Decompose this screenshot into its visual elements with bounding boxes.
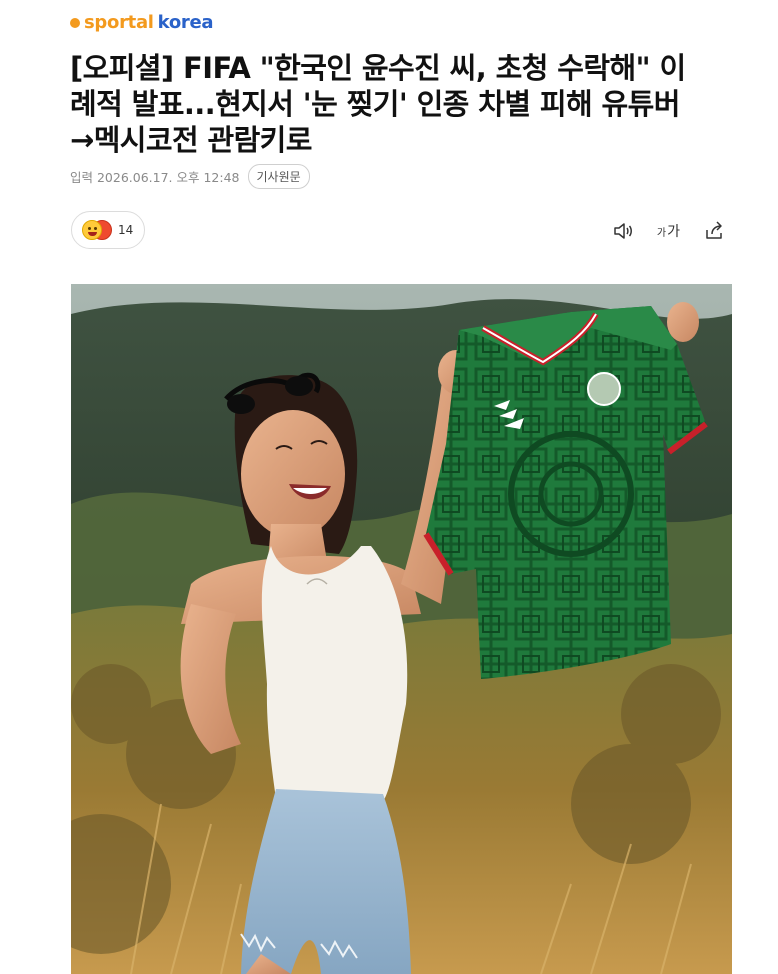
article-meta: 입력 2026.06.17. 오후 12:48 기사원문: [70, 164, 310, 189]
logo-text-suffix: korea: [157, 12, 214, 33]
article-headline: [오피셜] FIFA "한국인 윤수진 씨, 초청 수락해" 이 례적 발표..…: [70, 50, 730, 158]
logo-text-prefix: sportal: [84, 12, 154, 33]
original-article-button[interactable]: 기사원문: [247, 164, 310, 189]
article-toolbar: 가가: [611, 219, 726, 243]
headline-line: 례적 발표...현지서 '눈 찢기' 인종 차별 피해 유튜버: [70, 87, 680, 121]
reaction-emojis: [82, 220, 112, 240]
article-photo: [71, 284, 732, 974]
published-timestamp: 입력 2026.06.17. 오후 12:48: [70, 170, 240, 185]
headline-line: [오피셜] FIFA "한국인 윤수진 씨, 초청 수락해" 이: [70, 51, 686, 85]
font-large-label: 가: [667, 224, 680, 240]
logo-dot-icon: [70, 17, 80, 28]
speaker-icon[interactable]: [611, 219, 635, 243]
font-size-icon[interactable]: 가가: [657, 219, 680, 243]
reaction-count: 14: [118, 223, 134, 237]
site-logo[interactable]: sportal korea: [70, 12, 214, 33]
headline-line: →멕시코전 관람키로: [70, 123, 312, 157]
laugh-emoji-icon: [82, 220, 102, 240]
photo-illustration: [71, 284, 732, 974]
font-small-label: 가: [656, 227, 667, 239]
share-icon[interactable]: [702, 219, 726, 243]
reaction-button[interactable]: 14: [71, 211, 145, 249]
